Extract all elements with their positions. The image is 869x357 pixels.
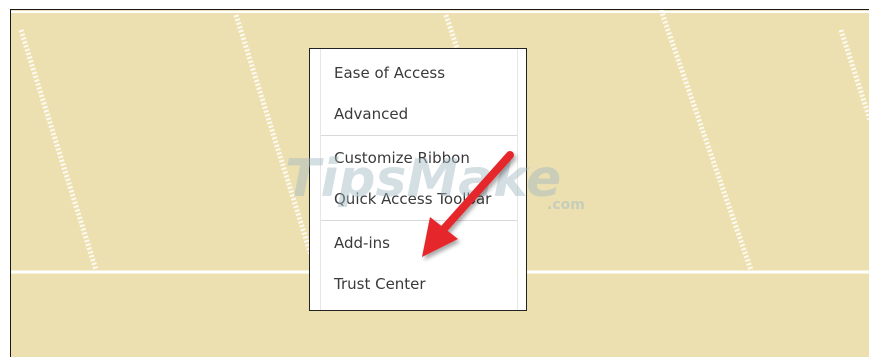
red-arrow-icon — [422, 151, 514, 257]
menu-separator — [321, 135, 517, 136]
menu-item-ease-of-access[interactable]: Ease of Access — [334, 62, 445, 84]
watermark-suffix: .com — [547, 197, 585, 213]
menu-item-add-ins[interactable]: Add-ins — [334, 232, 390, 254]
menu-item-trust-center[interactable]: Trust Center — [334, 273, 426, 295]
menu-item-advanced[interactable]: Advanced — [334, 103, 408, 125]
